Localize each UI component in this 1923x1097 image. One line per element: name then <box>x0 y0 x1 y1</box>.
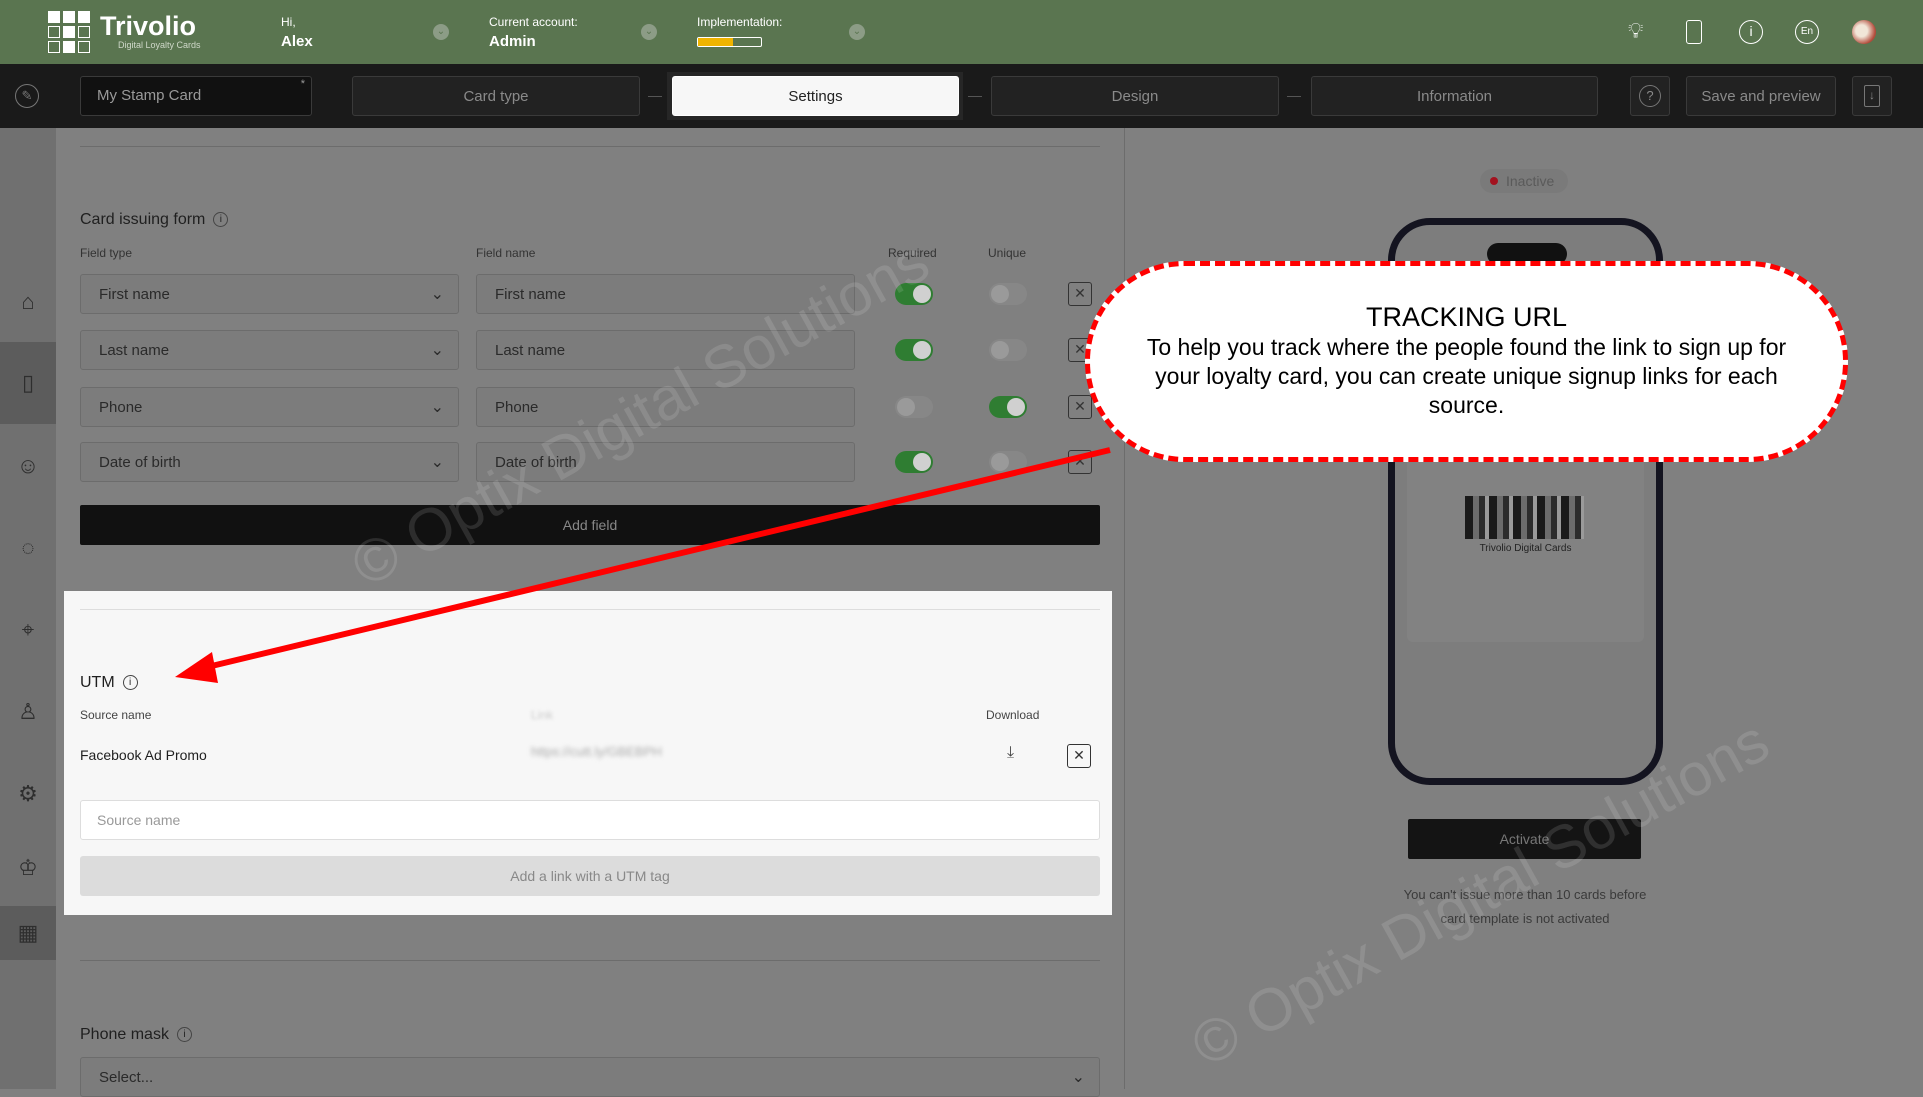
callout-body: To help you track where the people found… <box>1146 334 1787 418</box>
annotation-arrow <box>175 447 1111 683</box>
tracking-url-callout: TRACKING URL To help you track where the… <box>1085 261 1848 462</box>
callout-title: TRACKING URL <box>1365 302 1568 332</box>
